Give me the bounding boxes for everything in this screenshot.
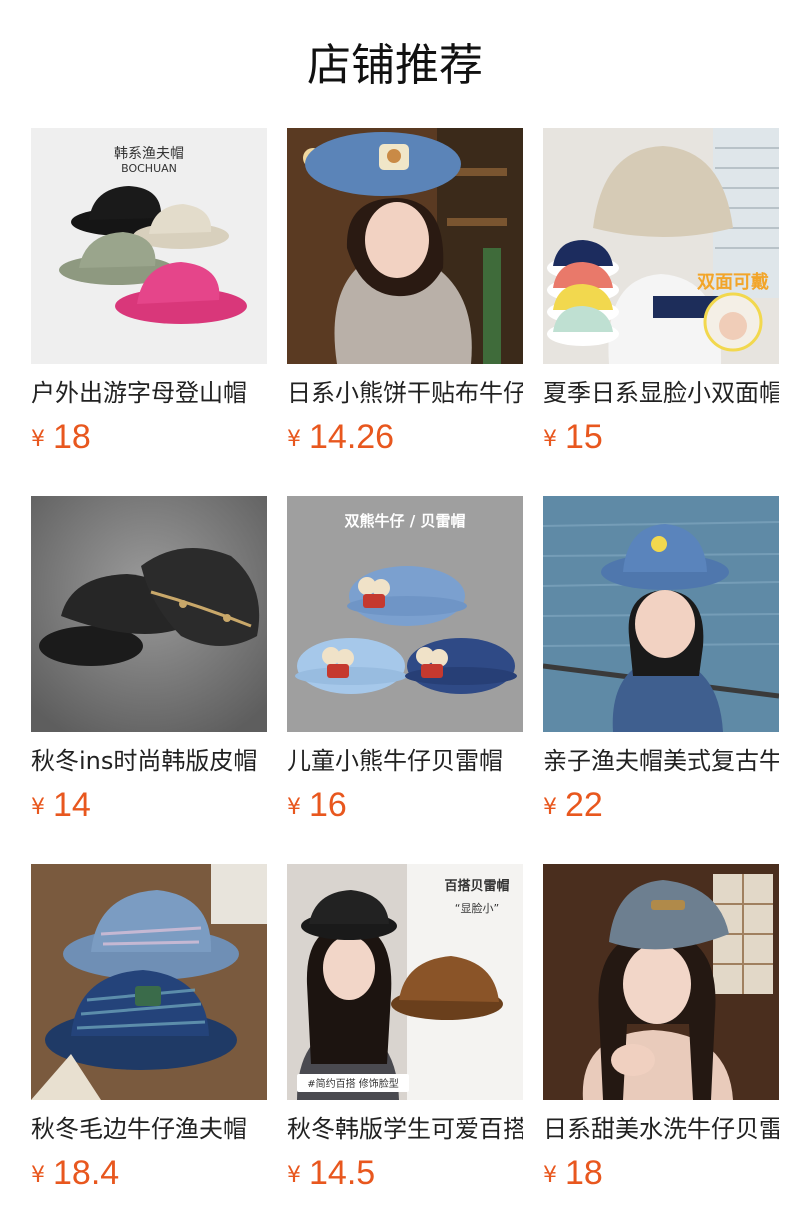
product-price: ¥15 bbox=[543, 418, 603, 458]
price-value: 18 bbox=[53, 418, 91, 456]
currency-symbol: ¥ bbox=[543, 795, 557, 820]
image-caption-sub: BOCHUAN bbox=[121, 162, 177, 175]
image-caption: 百搭贝雷帽 bbox=[444, 878, 509, 894]
image-caption-sub: “显脸小” bbox=[455, 901, 499, 915]
currency-symbol: ¥ bbox=[543, 1163, 557, 1188]
page-title: 店铺推荐 bbox=[307, 40, 483, 91]
price-value: 18.4 bbox=[53, 1154, 120, 1192]
product-image[interactable] bbox=[31, 496, 267, 732]
image-caption-tag: #简约百搭 修饰脸型 bbox=[307, 1077, 399, 1090]
currency-symbol: ¥ bbox=[31, 1163, 45, 1188]
product-price: ¥14.5 bbox=[287, 1154, 375, 1194]
price-value: 22 bbox=[565, 786, 603, 824]
price-value: 14.5 bbox=[309, 1154, 376, 1192]
price-value: 14 bbox=[53, 786, 91, 824]
price-value: 16 bbox=[309, 786, 347, 824]
price-value: 14.26 bbox=[309, 418, 395, 456]
product-title[interactable]: 日系甜美水洗牛仔贝雷 bbox=[543, 1112, 779, 1146]
product-title[interactable]: 儿童小熊牛仔贝雷帽 bbox=[287, 744, 523, 778]
product-title[interactable]: 秋冬毛边牛仔渔夫帽 bbox=[31, 1112, 267, 1146]
product-title[interactable]: 户外出游字母登山帽 bbox=[31, 376, 267, 410]
image-caption: 双熊牛仔 / 贝雷帽 bbox=[345, 512, 466, 530]
product-image[interactable] bbox=[543, 496, 779, 732]
image-caption: 韩系渔夫帽 bbox=[114, 146, 184, 162]
currency-symbol: ¥ bbox=[31, 427, 45, 452]
product-image[interactable]: 双熊牛仔 / 贝雷帽 bbox=[287, 496, 523, 732]
product-title[interactable]: 日系小熊饼干贴布牛仔 bbox=[287, 376, 523, 410]
product-price: ¥18 bbox=[31, 418, 91, 458]
product-image[interactable] bbox=[31, 864, 267, 1100]
currency-symbol: ¥ bbox=[31, 795, 45, 820]
price-value: 18 bbox=[565, 1154, 603, 1192]
product-card[interactable]: 双面可戴 夏季日系显脸小双面帽 ¥15 bbox=[543, 128, 779, 468]
currency-symbol: ¥ bbox=[287, 1163, 301, 1188]
product-image[interactable] bbox=[543, 864, 779, 1100]
product-card[interactable]: 亲子渔夫帽美式复古牛 ¥22 bbox=[543, 496, 779, 836]
product-card[interactable]: 秋冬ins时尚韩版皮帽 ¥14 bbox=[31, 496, 267, 836]
product-image[interactable]: 双面可戴 bbox=[543, 128, 779, 364]
product-card[interactable]: 百搭贝雷帽 “显脸小” #简约百搭 修饰脸型 秋冬韩版学生可爱百搭 ¥14.5 bbox=[287, 864, 523, 1204]
product-price: ¥22 bbox=[543, 786, 603, 826]
product-card[interactable]: 日系小熊饼干贴布牛仔 ¥14.26 bbox=[287, 128, 523, 468]
product-image[interactable]: 韩系渔夫帽 BOCHUAN bbox=[31, 128, 267, 364]
product-card[interactable]: 韩系渔夫帽 BOCHUAN 户外出游字母登山帽 ¥18 bbox=[31, 128, 267, 468]
product-price: ¥14.26 bbox=[287, 418, 394, 458]
price-value: 15 bbox=[565, 418, 603, 456]
currency-symbol: ¥ bbox=[287, 795, 301, 820]
product-image[interactable] bbox=[287, 128, 523, 364]
product-price: ¥18.4 bbox=[31, 1154, 119, 1194]
product-price: ¥14 bbox=[31, 786, 91, 826]
product-title[interactable]: 夏季日系显脸小双面帽 bbox=[543, 376, 779, 410]
currency-symbol: ¥ bbox=[543, 427, 557, 452]
image-caption: 双面可戴 bbox=[697, 271, 769, 293]
product-title[interactable]: 亲子渔夫帽美式复古牛 bbox=[543, 744, 779, 778]
product-price: ¥16 bbox=[287, 786, 347, 826]
product-title[interactable]: 秋冬韩版学生可爱百搭 bbox=[287, 1112, 523, 1146]
product-card[interactable]: 秋冬毛边牛仔渔夫帽 ¥18.4 bbox=[31, 864, 267, 1204]
product-price: ¥18 bbox=[543, 1154, 603, 1194]
product-title[interactable]: 秋冬ins时尚韩版皮帽 bbox=[31, 744, 267, 778]
product-card[interactable]: 日系甜美水洗牛仔贝雷 ¥18 bbox=[543, 864, 779, 1204]
product-image[interactable]: 百搭贝雷帽 “显脸小” #简约百搭 修饰脸型 bbox=[287, 864, 523, 1100]
product-card[interactable]: 双熊牛仔 / 贝雷帽 儿童小熊牛仔贝雷帽 ¥16 bbox=[287, 496, 523, 836]
currency-symbol: ¥ bbox=[287, 427, 301, 452]
